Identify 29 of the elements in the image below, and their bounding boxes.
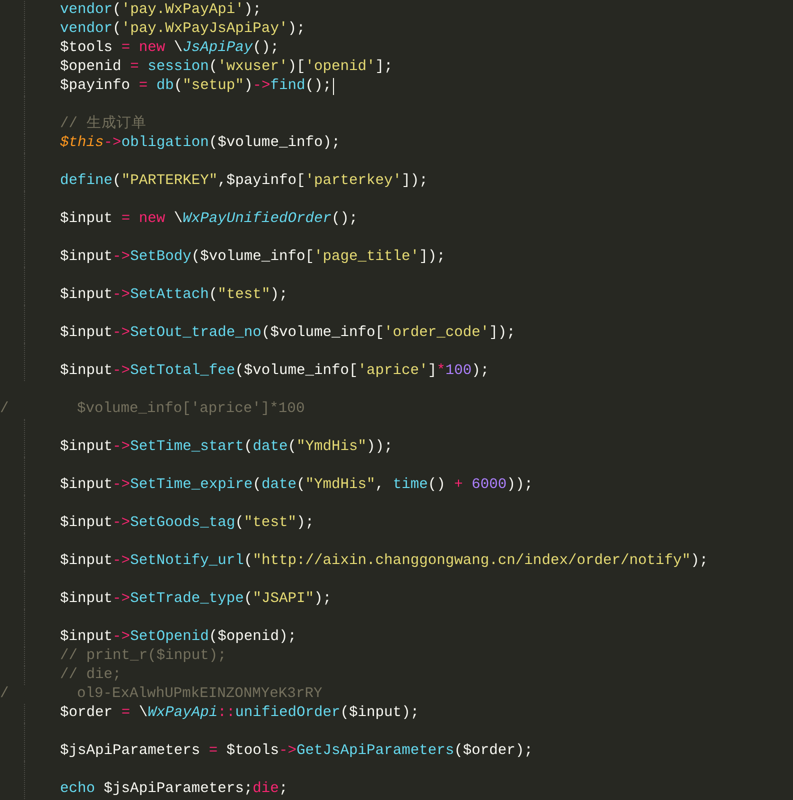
code-line: $input->SetTime_start(date("YmdHis")); (60, 438, 393, 457)
code-line: // die; (60, 666, 122, 685)
code-line: $tools = new \JsApiPay(); (60, 39, 279, 58)
code-line: $jsApiParameters = $tools->GetJsApiParameters($order); (60, 742, 533, 761)
code-line: $input->SetBody($volume_info['page_title']); (60, 248, 446, 267)
code-line: $this->obligation($volume_info); (60, 134, 340, 153)
code-line: $openid = session('wxuser')['openid']; (60, 58, 393, 77)
code-line: vendor('pay.WxPayApi'); (60, 1, 262, 20)
code-line: vendor('pay.WxPayJsApiPay'); (60, 20, 306, 39)
code-line: $payinfo = db("setup")->find(); (60, 77, 332, 96)
gutter-mark: / (0, 685, 9, 704)
code-line: $volume_info['aprice']*100 (77, 400, 305, 419)
code-line: $input->SetGoods_tag("test"); (60, 514, 314, 533)
code-line: ol9-ExAlwhUPmkEINZONMYeK3rRY (77, 685, 322, 704)
code-line: $input->SetAttach("test"); (60, 286, 288, 305)
gutter-mark: / (0, 400, 9, 419)
code-line: $input->SetNotify_url("http://aixin.changgongwang.cn/index/order/notify"); (60, 552, 708, 571)
code-line: $input->SetTrade_type("JSAPI"); (60, 590, 332, 609)
code-line: echo $jsApiParameters;die; (60, 780, 288, 799)
code-line: // 生成订单 (60, 115, 146, 134)
code-line: // print_r($input); (60, 647, 226, 666)
code-line: $input->SetTotal_fee($volume_info['aprice']*100); (60, 362, 490, 381)
code-line: $order = \WxPayApi::unifiedOrder($input); (60, 704, 420, 723)
code-line: $input = new \WxPayUnifiedOrder(); (60, 210, 358, 229)
code-line: $input->SetOut_trade_no($volume_info['order_code']); (60, 324, 516, 343)
code-line: define("PARTERKEY",$payinfo['parterkey']); (60, 172, 428, 191)
code-line: $input->SetTime_expire(date("YmdHis", time() + 6000)); (60, 476, 533, 495)
code-editor[interactable] (0, 0, 793, 800)
code-line: $input->SetOpenid($openid); (60, 628, 296, 647)
